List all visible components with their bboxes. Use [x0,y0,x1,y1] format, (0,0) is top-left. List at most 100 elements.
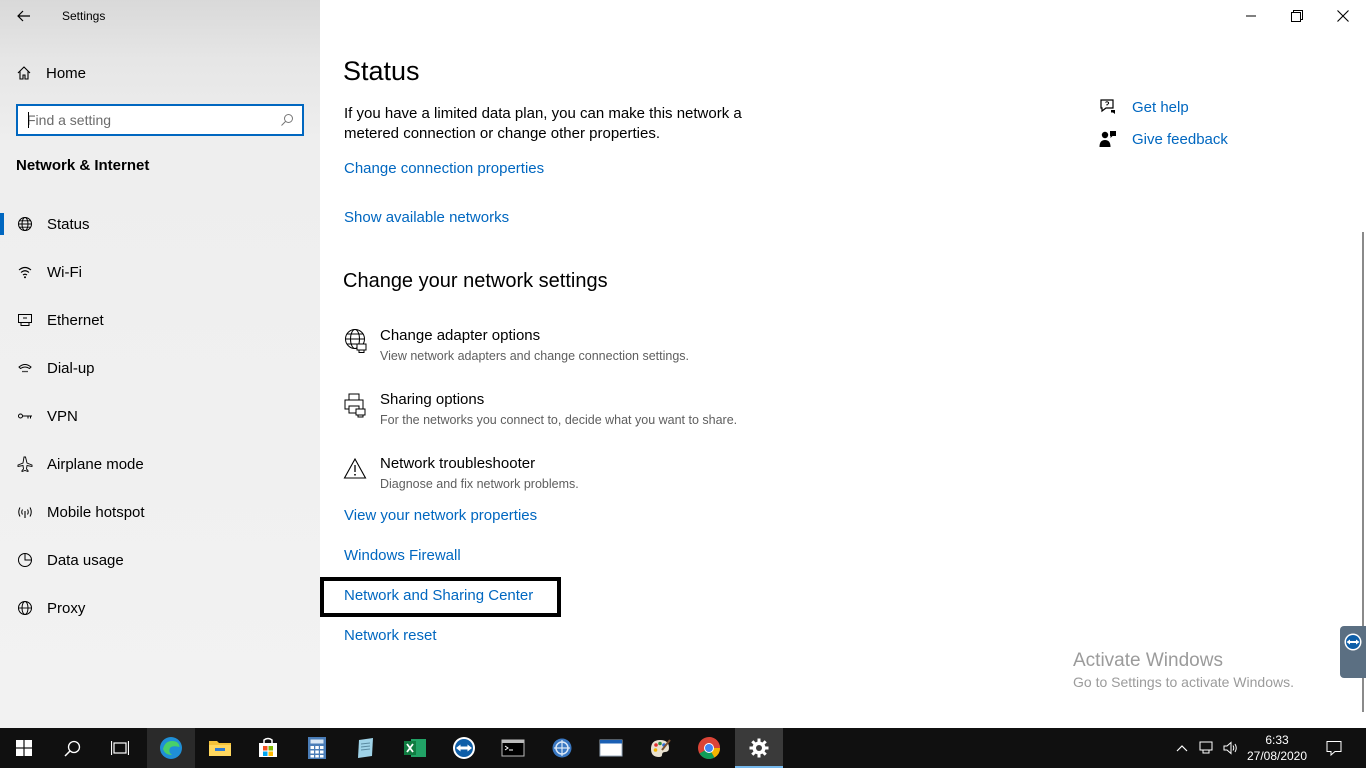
sharing-icon [342,390,368,418]
calculator-icon [308,737,326,759]
sidebar-item-label: Airplane mode [47,455,144,473]
sidebar-item-airplane-mode[interactable]: Airplane mode [0,440,320,488]
clock-time: 6:33 [1265,733,1289,747]
activate-windows-watermark: Activate Windows Go to Settings to activ… [1073,650,1294,690]
warning-icon [342,454,368,482]
text-caret [28,112,29,128]
change-network-settings-heading: Change your network settings [343,270,608,292]
give-feedback-item[interactable]: Give feedback [1098,129,1228,149]
home-icon [17,66,31,80]
taskbar-calculator[interactable] [293,728,341,768]
restore-button[interactable] [1274,0,1320,32]
airplane-icon [16,455,34,473]
home-label: Home [46,64,87,82]
volume-tray-icon[interactable] [1220,728,1242,768]
edge-icon [160,737,182,759]
change-adapter-options[interactable]: Change adapter options View network adap… [342,326,842,374]
sidebar-item-wifi[interactable]: Wi-Fi [0,248,320,296]
teamviewer-side-tab[interactable] [1340,626,1366,678]
page-title: Status [343,56,420,86]
option-title: Network troubleshooter [380,455,536,472]
sidebar-item-label: Dial-up [47,359,95,377]
taskbar-search-button[interactable] [48,728,96,768]
sidebar-item-label: Wi-Fi [47,263,82,281]
network-troubleshooter[interactable]: Network troubleshooter Diagnose and fix … [342,454,842,502]
search-icon[interactable] [280,113,294,127]
chrome-icon [698,737,720,759]
sharing-options[interactable]: Sharing options For the networks you con… [342,390,842,438]
section-title: Network & Internet [16,157,150,174]
taskbar-excel[interactable] [391,728,439,768]
home-nav-item[interactable]: Home [16,62,86,84]
give-feedback-link[interactable]: Give feedback [1132,131,1228,148]
network-reset-link[interactable]: Network reset [344,627,437,644]
sidebar-nav: Status Wi-Fi Ethernet Dial-up VPN Airpla… [0,200,320,632]
get-help-item[interactable]: Get help [1098,97,1189,117]
option-description: View network adapters and change connect… [380,349,689,363]
get-help-link[interactable]: Get help [1132,99,1189,116]
volume-icon [1223,741,1237,755]
ethernet-tray-icon [1199,741,1213,754]
sidebar-item-vpn[interactable]: VPN [0,392,320,440]
task-view-button[interactable] [96,728,144,768]
start-button[interactable] [0,728,48,768]
teamviewer-icon [453,737,475,759]
windows-logo-icon [16,740,32,756]
taskbar-edge[interactable] [147,728,195,768]
sidebar-item-data-usage[interactable]: Data usage [0,536,320,584]
sidebar-item-dialup[interactable]: Dial-up [0,344,320,392]
taskbar-settings[interactable] [735,728,783,768]
option-title: Change adapter options [380,327,541,344]
taskbar-store[interactable] [244,728,292,768]
taskbar-paint[interactable] [636,728,684,768]
taskbar-teamviewer[interactable] [440,728,488,768]
taskbar-tool-app[interactable] [538,728,586,768]
hotspot-icon [16,503,34,521]
taskbar-window-app[interactable] [587,728,635,768]
search-icon [63,740,80,757]
window-title: Settings [62,9,106,23]
network-and-sharing-center-link[interactable]: Network and Sharing Center [344,587,533,604]
show-available-networks-link[interactable]: Show available networks [344,209,509,226]
taskbar-chrome[interactable] [685,728,733,768]
close-button[interactable] [1320,0,1366,32]
intro-text: If you have a limited data plan, you can… [344,105,742,142]
sidebar-item-status[interactable]: Status [0,200,320,248]
adapter-icon [342,326,368,354]
tool-app-icon [552,738,572,758]
dialup-icon [16,359,34,377]
view-network-properties-link[interactable]: View your network properties [344,507,537,524]
main-content: Status If you have a limited data plan, … [320,0,1366,728]
windows-firewall-link[interactable]: Windows Firewall [344,547,461,564]
taskbar-clock[interactable]: 6:33 27/08/2020 [1246,732,1308,764]
notification-icon [1326,741,1342,756]
action-center-button[interactable] [1320,728,1348,768]
folder-icon [209,741,231,756]
chevron-up-icon [1176,745,1188,752]
sidebar-item-proxy[interactable]: Proxy [0,584,320,632]
sidebar-item-label: Proxy [47,599,86,617]
vpn-icon [16,407,34,425]
sidebar-item-label: Mobile hotspot [47,503,145,521]
search-box[interactable] [16,104,304,136]
back-button[interactable] [14,6,34,26]
search-input[interactable] [18,112,268,128]
wifi-icon [16,263,34,281]
option-description: Diagnose and fix network problems. [380,477,579,491]
give-feedback-icon [1099,131,1116,147]
taskbar: 6:33 27/08/2020 [0,728,1366,768]
minimize-button[interactable] [1228,0,1274,32]
close-icon [1337,10,1349,22]
show-hidden-icons-button[interactable] [1172,728,1192,768]
sidebar-item-mobile-hotspot[interactable]: Mobile hotspot [0,488,320,536]
taskbar-terminal[interactable] [489,728,537,768]
sidebar: Settings Home Network & Internet Status … [0,0,320,728]
network-tray-icon[interactable] [1196,728,1218,768]
sidebar-item-ethernet[interactable]: Ethernet [0,296,320,344]
option-description: For the networks you connect to, decide … [380,413,738,427]
option-title: Sharing options [380,391,485,408]
taskbar-file-explorer[interactable] [196,728,244,768]
globe-status-icon [16,215,34,233]
change-connection-properties-link[interactable]: Change connection properties [344,160,544,177]
taskbar-notepad[interactable] [342,728,390,768]
